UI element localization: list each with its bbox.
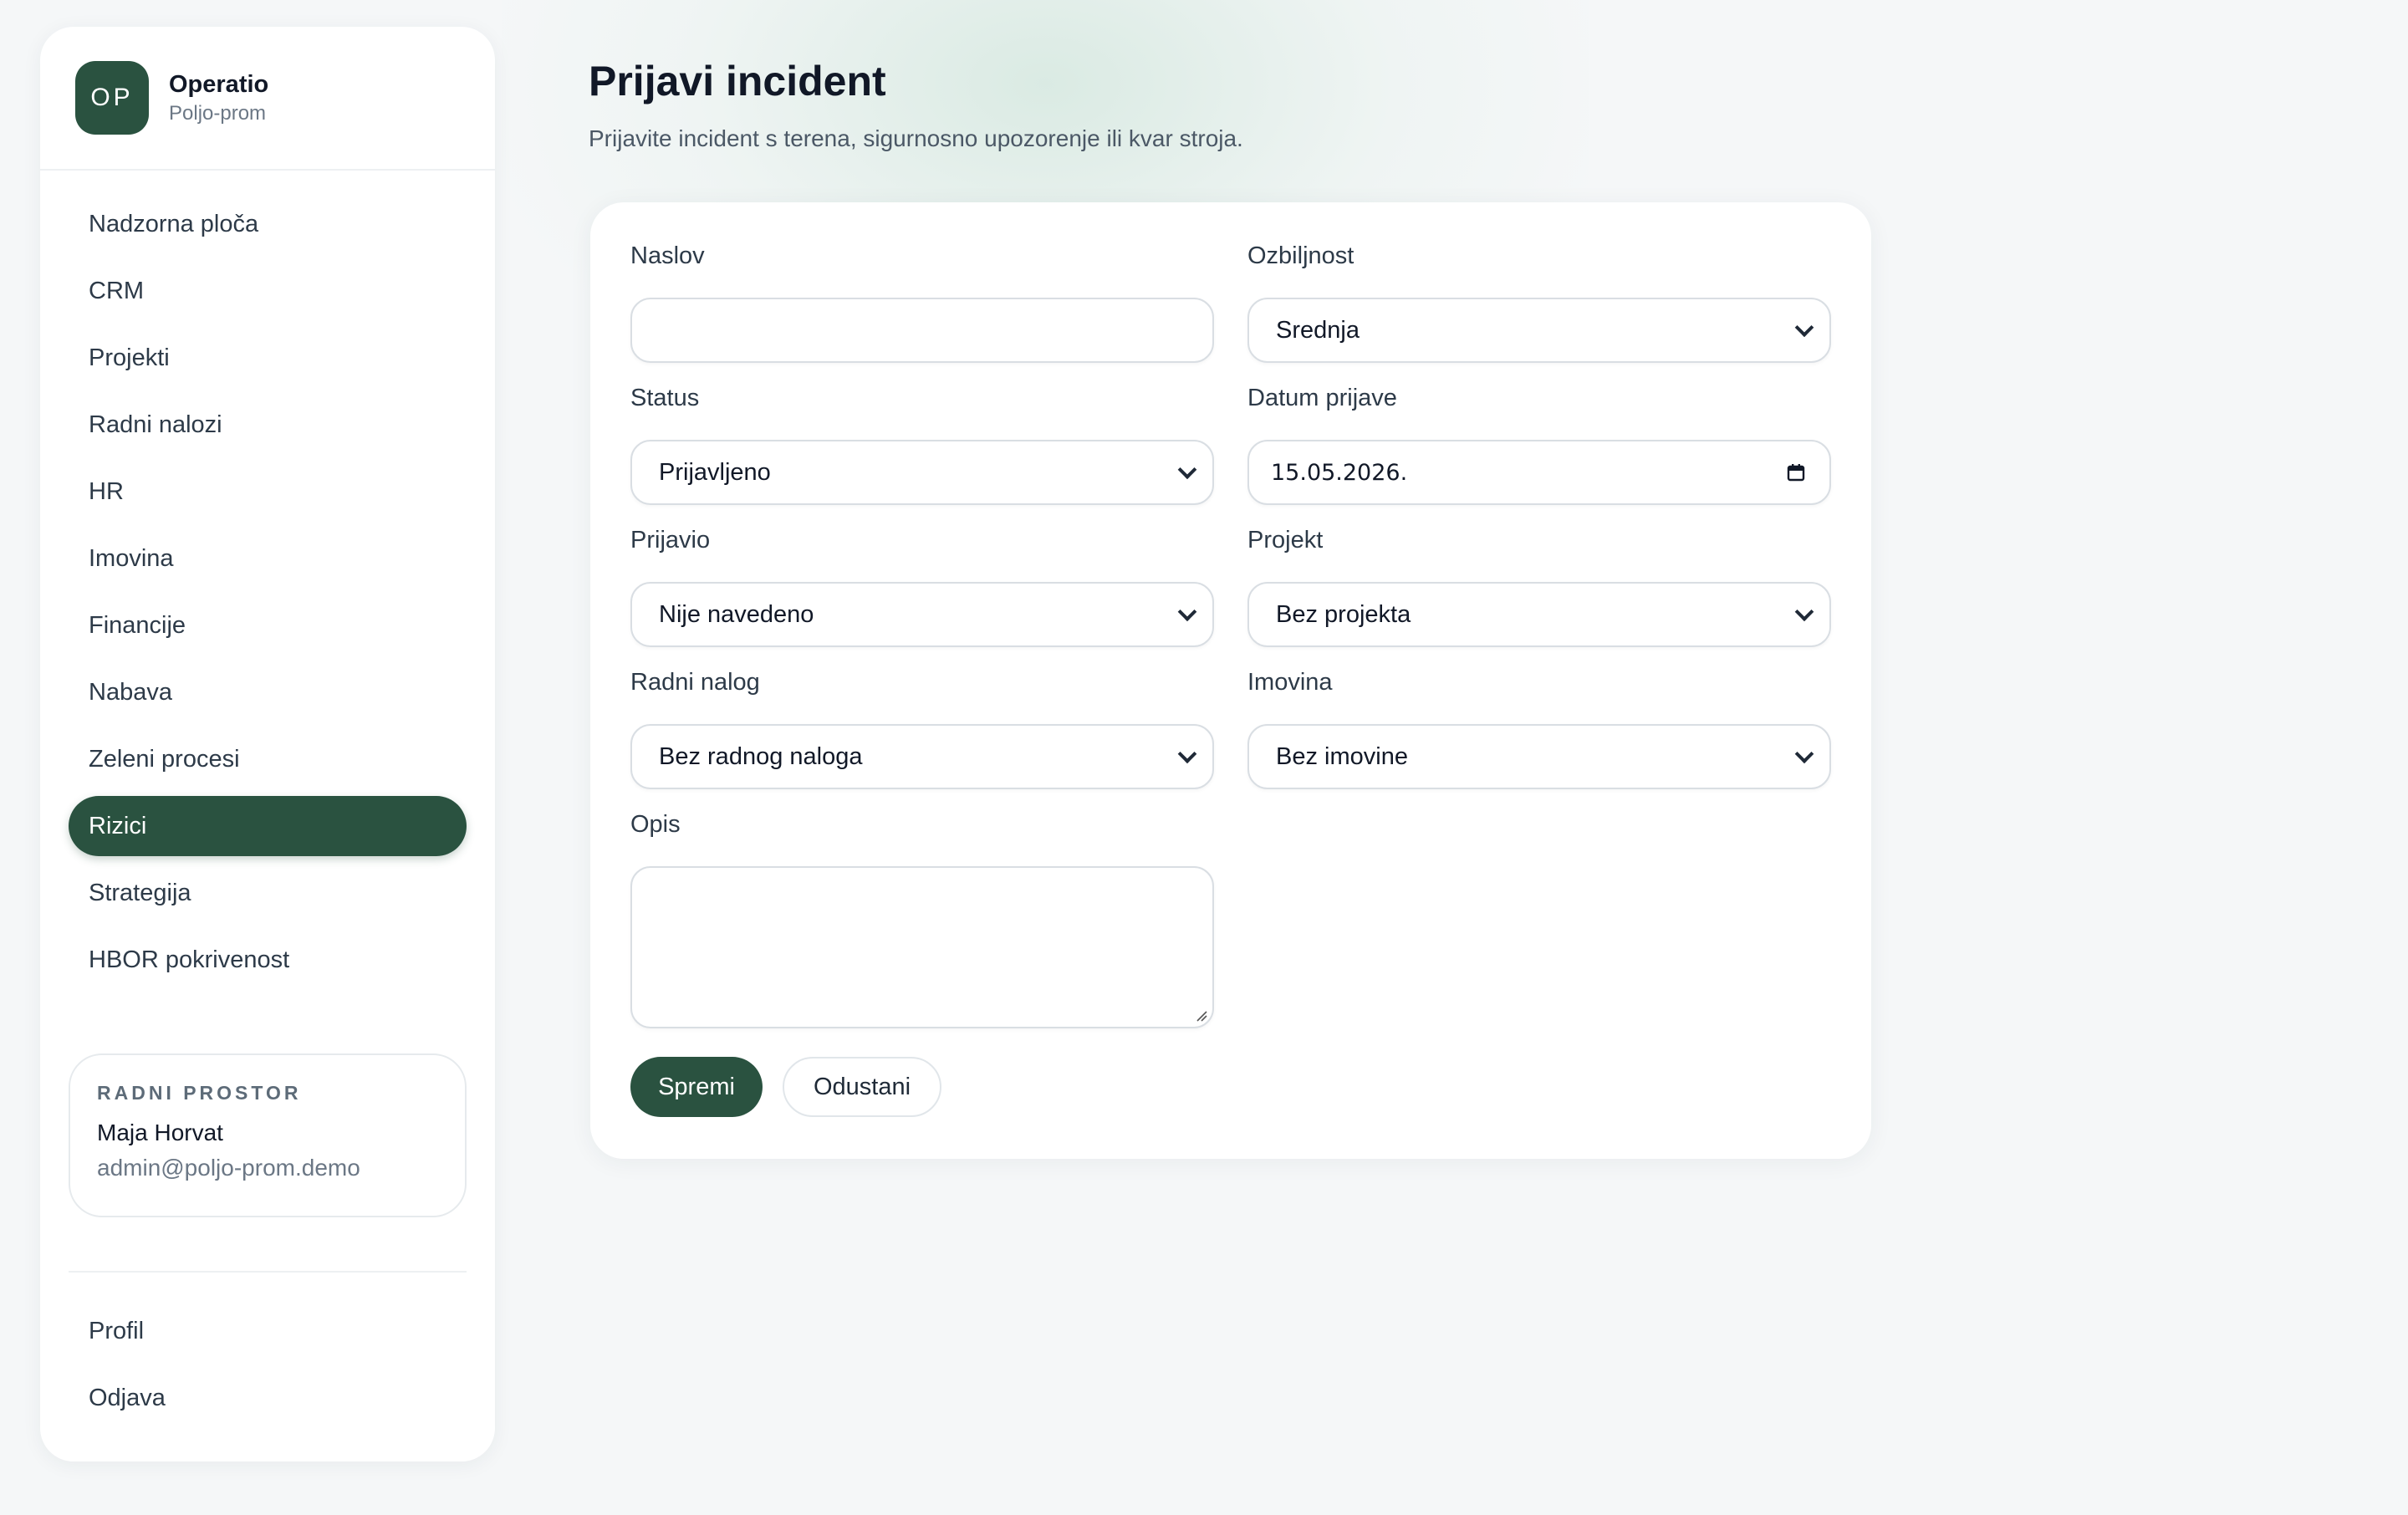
sidebar-item-nadzorna-ploca[interactable]: Nadzorna ploča: [69, 194, 467, 254]
projekt-label: Projekt: [1247, 527, 1324, 553]
status-value: Prijavljeno: [659, 458, 771, 486]
naslov-label: Naslov: [630, 242, 705, 269]
calendar-icon[interactable]: [1786, 462, 1806, 482]
sidebar-item-zeleni-procesi[interactable]: Zeleni procesi: [69, 729, 467, 789]
prijavio-value: Nije navedeno: [659, 600, 814, 628]
imovina-select[interactable]: Bez imovine: [1247, 724, 1831, 789]
radni-nalog-value: Bez radnog naloga: [659, 742, 863, 770]
sidebar-item-crm[interactable]: CRM: [69, 261, 467, 321]
sidebar-item-nabava[interactable]: Nabava: [69, 662, 467, 722]
workspace-card: RADNI PROSTOR Maja Horvat admin@poljo-pr…: [69, 1053, 467, 1217]
datum-prijave-input[interactable]: 15.05.2026.: [1247, 440, 1831, 505]
sidebar-item-financije[interactable]: Financije: [69, 595, 467, 655]
field-datum-prijave: Datum prijave 15.05.2026.: [1247, 385, 1831, 505]
incident-form-card: Naslov Ozbiljnost Srednja Status Prijavl…: [590, 202, 1871, 1159]
chevron-down-icon: [1177, 460, 1197, 480]
save-button[interactable]: Spremi: [630, 1057, 763, 1117]
field-opis: Opis: [630, 811, 1214, 1028]
status-select[interactable]: Prijavljeno: [630, 440, 1214, 505]
chevron-down-icon: [1177, 744, 1197, 764]
brand-subtitle: Poljo-prom: [169, 101, 267, 125]
sidebar-item-odjava[interactable]: Odjava: [69, 1368, 467, 1428]
imovina-label: Imovina: [1247, 669, 1333, 696]
projekt-select[interactable]: Bez projekta: [1247, 582, 1831, 647]
ozbiljnost-value: Srednja: [1276, 316, 1360, 344]
field-imovina: Imovina Bez imovine: [1247, 669, 1831, 789]
status-label: Status: [630, 385, 700, 411]
prijavio-label: Prijavio: [630, 527, 711, 553]
datum-prijave-label: Datum prijave: [1247, 385, 1397, 411]
sidebar-item-profil[interactable]: Profil: [69, 1301, 467, 1361]
opis-textarea[interactable]: [630, 866, 1214, 1028]
opis-label: Opis: [630, 811, 681, 838]
sidebar-bottom-nav: Profil Odjava: [69, 1301, 467, 1435]
chevron-down-icon: [1177, 602, 1197, 622]
field-ozbiljnost: Ozbiljnost Srednja: [1247, 242, 1831, 363]
workspace-label: RADNI PROSTOR: [97, 1082, 302, 1104]
sidebar-item-strategija[interactable]: Strategija: [69, 863, 467, 923]
field-radni-nalog: Radni nalog Bez radnog naloga: [630, 669, 1214, 789]
radni-nalog-label: Radni nalog: [630, 669, 760, 696]
sidebar-item-radni-nalozi[interactable]: Radni nalozi: [69, 395, 467, 455]
sidebar-item-hr[interactable]: HR: [69, 462, 467, 522]
chevron-down-icon: [1794, 602, 1814, 622]
field-prijavio: Prijavio Nije navedeno: [630, 527, 1214, 647]
sidebar-item-projekti[interactable]: Projekti: [69, 328, 467, 388]
datum-prijave-value: 15.05.2026.: [1271, 459, 1408, 486]
resize-handle-icon[interactable]: [1194, 1008, 1207, 1022]
workspace-user-email: admin@poljo-prom.demo: [97, 1155, 360, 1181]
cancel-button[interactable]: Odustani: [783, 1057, 941, 1117]
sidebar-nav: Nadzorna ploča CRM Projekti Radni nalozi…: [69, 194, 467, 997]
brand-text: Operatio Poljo-prom: [169, 71, 268, 125]
prijavio-select[interactable]: Nije navedeno: [630, 582, 1214, 647]
ozbiljnost-select[interactable]: Srednja: [1247, 298, 1831, 363]
sidebar-item-hbor-pokrivenost[interactable]: HBOR pokrivenost: [69, 930, 467, 990]
page-title: Prijavi incident: [589, 58, 886, 105]
naslov-input[interactable]: [630, 298, 1214, 363]
sidebar: OP Operatio Poljo-prom Nadzorna ploča CR…: [40, 27, 495, 1461]
brand-name: Operatio: [169, 70, 269, 98]
chevron-down-icon: [1794, 318, 1814, 338]
page-subtitle: Prijavite incident s terena, sigurnosno …: [589, 125, 1243, 151]
sidebar-divider: [69, 1271, 467, 1273]
ozbiljnost-label: Ozbiljnost: [1247, 242, 1354, 269]
brand-logo[interactable]: OP: [75, 61, 149, 135]
brand-header: OP Operatio Poljo-prom: [40, 27, 495, 171]
radni-nalog-select[interactable]: Bez radnog naloga: [630, 724, 1214, 789]
projekt-value: Bez projekta: [1276, 600, 1411, 628]
sidebar-item-imovina[interactable]: Imovina: [69, 528, 467, 589]
field-naslov: Naslov: [630, 242, 1214, 363]
sidebar-item-rizici[interactable]: Rizici: [69, 796, 467, 856]
field-status: Status Prijavljeno: [630, 385, 1214, 505]
field-projekt: Projekt Bez projekta: [1247, 527, 1831, 647]
imovina-value: Bez imovine: [1276, 742, 1408, 770]
workspace-user-name: Maja Horvat: [97, 1120, 223, 1145]
chevron-down-icon: [1794, 744, 1814, 764]
